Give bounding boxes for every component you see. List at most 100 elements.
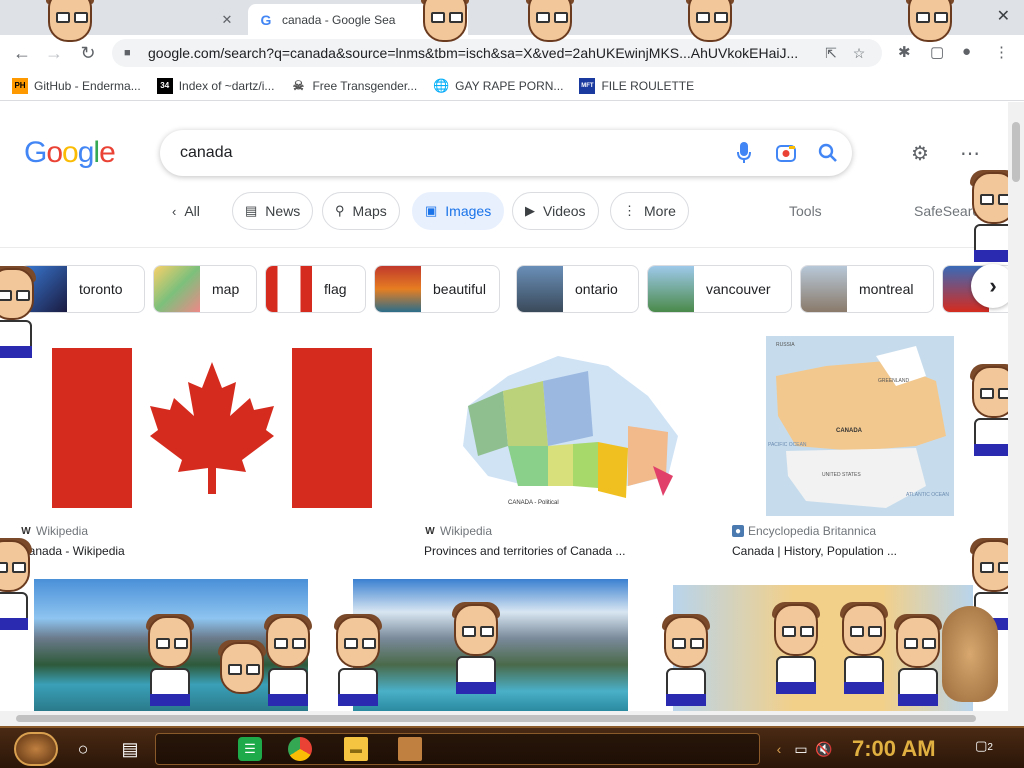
chevron-left-icon: ‹ [172, 203, 177, 219]
search-box [160, 130, 852, 176]
filter-more[interactable]: ⋮ More [610, 192, 689, 230]
chip-label: beautiful [433, 281, 486, 297]
result-title[interactable]: Canada | History, Population ... [732, 544, 988, 558]
cartoon-character [140, 614, 200, 706]
search-icon[interactable] [810, 135, 846, 171]
notification-icon[interactable]: ▢2 [972, 738, 996, 760]
tab-close-icon[interactable]: ✕ [219, 12, 235, 28]
share-icon[interactable]: ⇱ [820, 45, 842, 62]
tray-chevron-icon[interactable]: ‹ [767, 737, 791, 761]
bookmarks-bar: PH GitHub - Enderma... 34 Index of ~dart… [0, 71, 1024, 101]
vertical-scrollbar[interactable] [1008, 102, 1024, 726]
google-logo[interactable]: Google [24, 136, 116, 170]
network-icon[interactable]: ▭ [789, 737, 813, 761]
filter-news[interactable]: ▤ News [232, 192, 314, 230]
divider [0, 247, 1024, 248]
microphone-icon[interactable] [726, 135, 762, 171]
image-result[interactable]: CANADA - Political W Wikipedia Provinces… [424, 336, 712, 558]
related-chip[interactable]: beautiful [374, 265, 500, 313]
chrome-app-icon[interactable] [288, 737, 312, 761]
image-result[interactable]: W Wikipedia Canada - Wikipedia [20, 336, 404, 558]
address-bar[interactable]: ■ google.com/search?q=canada&source=lnms… [112, 39, 882, 67]
map-label-greenland: GREENLAND [878, 378, 910, 384]
result-image[interactable]: CANADA - Political [424, 336, 712, 516]
map-label-us: UNITED STATES [822, 472, 861, 478]
result-title[interactable]: Canada - Wikipedia [20, 544, 404, 558]
image-result[interactable]: CANADA UNITED STATES GREENLAND RUSSIA PA… [732, 336, 988, 558]
window-close-icon[interactable]: ✕ [997, 6, 1010, 26]
related-chip[interactable]: montreal [800, 265, 934, 313]
filter-images[interactable]: ▣ Images [412, 192, 505, 230]
cartoon-character [656, 614, 716, 706]
bookmark-item[interactable]: 34 Index of ~dartz/i... [156, 77, 274, 94]
result-image[interactable] [20, 336, 404, 516]
cartoon-character [888, 614, 948, 706]
bookmark-label: FILE ROULETTE [601, 78, 695, 93]
cartoon-character [900, 0, 960, 80]
chip-label: ontario [575, 281, 618, 297]
bookmark-label: Free Transgender... [312, 78, 418, 93]
cartoon-character [766, 602, 826, 694]
search-circle-icon[interactable]: ○ [71, 737, 95, 761]
notification-count: 2 [987, 742, 993, 753]
filter-label: Images [445, 203, 492, 219]
back-arrow-icon[interactable]: ← [10, 41, 34, 65]
scrollbar-thumb[interactable] [1012, 122, 1020, 182]
cartoon-character [680, 0, 740, 80]
menu-kebab-icon[interactable]: ⋮ [994, 43, 1009, 61]
horizontal-scrollbar[interactable] [0, 711, 1008, 726]
cartoon-character [0, 538, 38, 630]
bookmark-star-icon[interactable]: ☆ [848, 45, 870, 62]
filter-label: Maps [352, 203, 387, 219]
news-icon: ▤ [245, 203, 258, 218]
result-source[interactable]: W Wikipedia [424, 524, 712, 538]
camera-lens-icon[interactable] [768, 135, 804, 171]
sheets-app-icon[interactable]: ☰ [238, 737, 262, 761]
related-chip[interactable]: vancouver [647, 265, 792, 313]
search-input[interactable] [180, 144, 726, 162]
volume-muted-icon[interactable]: 🔇 [812, 737, 836, 761]
task-view-icon[interactable]: ▤ [118, 737, 142, 761]
image-icon: ▣ [425, 203, 438, 218]
settings-gear-icon[interactable]: ⚙ [907, 140, 933, 166]
result-source[interactable]: ● Encyclopedia Britannica [732, 524, 988, 538]
cartoon-character [258, 614, 318, 706]
map-label-atlantic: ATLANTIC OCEAN [906, 492, 949, 498]
filter-all[interactable]: ‹ All [162, 192, 210, 230]
map-label-russia: RUSSIA [776, 342, 795, 348]
apps-grid-icon[interactable]: ⋯ [957, 140, 983, 166]
bookmark-label: GAY RAPE PORN... [455, 78, 564, 93]
app-thumbnail-icon[interactable] [398, 737, 422, 761]
tab-strip: ✕ G canada - Google Sea ✕ ✕ [0, 0, 1024, 35]
result-title[interactable]: Provinces and territories of Canada ... [424, 544, 712, 558]
taskbar: ○ ▤ ☰ ▬ ‹ ▭ 🔇 7:00 AM ▢2 [0, 726, 1024, 768]
wikipedia-icon: W [21, 525, 31, 537]
tools-button[interactable]: Tools [789, 203, 822, 219]
chip-thumbnail [801, 266, 847, 312]
filter-label: News [265, 203, 301, 219]
chip-label: toronto [79, 281, 123, 297]
tab-inactive[interactable]: ✕ [0, 4, 245, 35]
clock[interactable]: 7:00 AM [852, 736, 936, 762]
video-play-icon: ▶ [525, 203, 535, 218]
chip-label: flag [324, 281, 347, 297]
scrollbar-thumb[interactable] [16, 715, 976, 722]
britannica-icon: ● [732, 525, 744, 537]
file-explorer-icon[interactable]: ▬ [344, 737, 368, 761]
chip-thumbnail [375, 266, 421, 312]
related-chip[interactable]: ontario [516, 265, 639, 313]
related-chip[interactable]: flag [265, 265, 366, 313]
filter-maps[interactable]: ⚲ Maps [322, 192, 400, 230]
profile-icon[interactable]: ● [962, 43, 971, 60]
mft-favicon-icon: MFT [579, 77, 596, 94]
map-caption: CANADA - Political [508, 500, 559, 506]
result-image[interactable]: CANADA UNITED STATES GREENLAND RUSSIA PA… [732, 336, 988, 516]
start-button[interactable] [14, 732, 58, 766]
bookmark-item[interactable]: ☠ Free Transgender... [290, 78, 418, 94]
result-source[interactable]: W Wikipedia [20, 524, 404, 538]
britannica-map-image: CANADA UNITED STATES GREENLAND RUSSIA PA… [766, 336, 954, 516]
related-chip[interactable]: map [153, 265, 257, 313]
filter-videos[interactable]: ▶ Videos [512, 192, 599, 230]
bookmark-item[interactable]: MFT FILE ROULETTE [579, 77, 695, 94]
search-filters: ‹ All ▤ News ⚲ Maps ▣ Images ▶ Videos ⋮ … [0, 192, 1024, 232]
